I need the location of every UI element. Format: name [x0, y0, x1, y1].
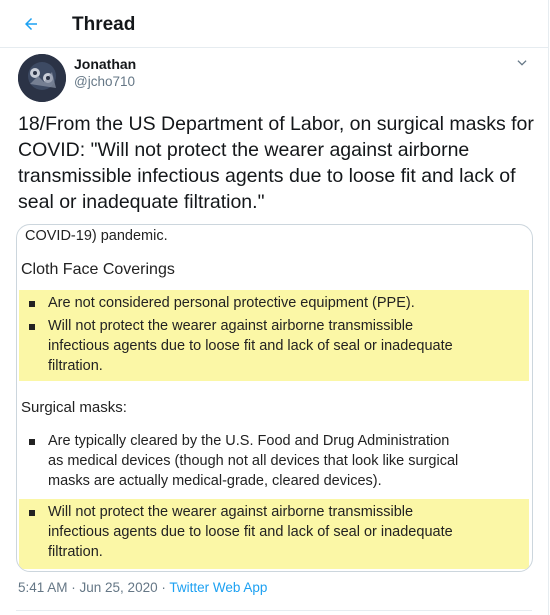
thread-header: Thread	[0, 0, 549, 48]
timestamp[interactable]: 5:41 AM · Jun 25, 2020	[18, 580, 158, 595]
tweet-text: 18/From the US Department of Labor, on s…	[18, 113, 534, 213]
chevron-down-icon	[517, 60, 527, 66]
bullet-marker	[29, 510, 35, 516]
source-app-link[interactable]: Twitter Web App	[169, 580, 267, 595]
doc-top-line: COVID-19) pandemic.	[25, 228, 168, 244]
divider	[16, 610, 532, 611]
avatar[interactable]	[18, 54, 66, 102]
bullet-marker	[29, 324, 35, 330]
doc-bullet-text: Will not protect the wearer against airb…	[48, 318, 453, 374]
display-name[interactable]: Jonathan	[74, 56, 136, 72]
tweet-metadata: 5:41 AM · Jun 25, 2020 · Twitter Web App	[18, 580, 267, 595]
doc-heading-surgical: Surgical masks:	[21, 399, 127, 416]
bullet-marker	[29, 301, 35, 307]
document-excerpt: COVID-19) pandemic. Cloth Face Coverings…	[17, 225, 532, 571]
doc-bullet-text: Are not considered personal protective e…	[48, 295, 415, 311]
tweet-image[interactable]: COVID-19) pandemic. Cloth Face Coverings…	[16, 224, 533, 572]
tweet: Jonathan @jcho710 18/From the US Departm…	[0, 48, 549, 615]
doc-heading-cloth: Cloth Face Coverings	[21, 261, 175, 278]
bullet-marker	[29, 439, 35, 445]
more-options-button[interactable]	[513, 54, 531, 72]
back-button[interactable]	[16, 9, 46, 39]
doc-bullet-text: Are typically cleared by the U.S. Food a…	[48, 433, 459, 489]
arrow-left-icon	[25, 18, 37, 30]
meta-separator: ·	[157, 580, 170, 595]
avatar-image	[18, 54, 66, 102]
doc-bullet-text: Will not protect the wearer against airb…	[48, 504, 453, 560]
page-title: Thread	[72, 14, 136, 35]
user-handle[interactable]: @jcho710	[74, 74, 135, 89]
